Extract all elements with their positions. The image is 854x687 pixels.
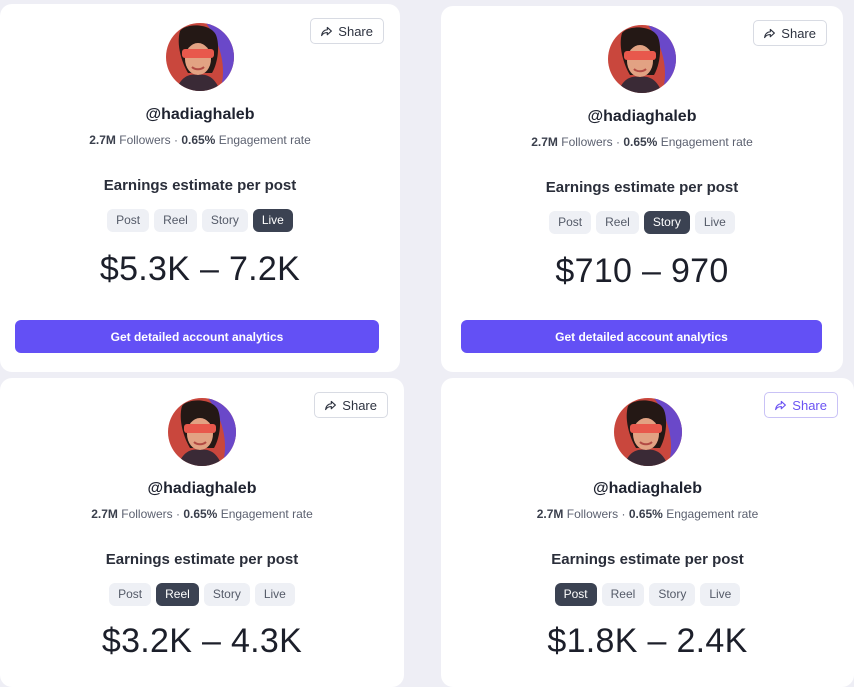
account-stats: 2.7M Followers · 0.65% Engagement rate [441, 135, 843, 149]
post-type-tabs: Post Reel Story Live [0, 209, 400, 232]
share-arrow-icon [321, 26, 333, 36]
earnings-title: Earnings estimate per post [551, 551, 744, 568]
stats-separator: · [615, 135, 620, 149]
tab-story[interactable]: Story [203, 583, 250, 606]
earnings-range: $1.8K – 2.4K [547, 622, 748, 660]
engagement-value: 0.65% [181, 133, 216, 147]
account-stats: 2.7M Followers · 0.65% Engagement rate [0, 507, 404, 521]
earnings-range: $710 – 970 [555, 252, 729, 290]
tab-live[interactable]: Live [254, 583, 295, 606]
tab-post[interactable]: Post [107, 209, 150, 232]
followers-label: Followers [566, 507, 619, 521]
account-handle: @hadiaghaleb [145, 106, 255, 123]
tab-post[interactable]: Post [109, 583, 152, 606]
earnings-title: Earnings estimate per post [545, 179, 739, 196]
account-handle: @hadiaghaleb [587, 108, 697, 125]
share-label: Share [342, 397, 377, 413]
share-button[interactable]: Share [753, 20, 827, 46]
earnings-card-post: Share @hadiaghaleb 2.7M Followers · 0.65… [441, 378, 854, 687]
followers-label: Followers [561, 135, 613, 149]
tab-live[interactable]: Live [252, 209, 293, 232]
tab-story[interactable]: Story [201, 209, 248, 232]
analytics-button[interactable]: Get detailed account analytics [461, 320, 822, 353]
earnings-card-live: Share @hadiaghaleb 2.7M Followers · 0.65… [0, 4, 400, 372]
engagement-label: Engagement rate [220, 507, 313, 521]
earnings-card-story: Share @hadiaghaleb 2.7M Followers · 0.65… [441, 6, 843, 372]
engagement-label: Engagement rate [666, 507, 759, 521]
tab-reel[interactable]: Reel [601, 583, 645, 606]
followers-value: 2.7M [89, 133, 116, 147]
engagement-value: 0.65% [183, 507, 218, 521]
stats-separator: · [621, 507, 626, 521]
avatar[interactable] [608, 25, 676, 93]
tab-live[interactable]: Live [694, 211, 735, 234]
avatar[interactable] [166, 23, 234, 91]
tab-post[interactable]: Post [549, 211, 592, 234]
post-type-tabs: Post Reel Story Live [0, 583, 404, 606]
account-handle: @hadiaghaleb [147, 480, 257, 497]
engagement-value: 0.65% [628, 507, 663, 521]
account-handle: @hadiaghaleb [593, 480, 702, 497]
engagement-value: 0.65% [623, 135, 658, 149]
stats-separator: · [173, 133, 178, 147]
tab-story[interactable]: Story [643, 211, 690, 234]
share-arrow-icon [325, 400, 337, 410]
analytics-button[interactable]: Get detailed account analytics [15, 320, 379, 353]
avatar[interactable] [168, 398, 236, 466]
followers-value: 2.7M [531, 135, 558, 149]
followers-value: 2.7M [91, 507, 118, 521]
earnings-title: Earnings estimate per post [105, 551, 299, 568]
tab-post[interactable]: Post [554, 583, 597, 606]
account-stats: 2.7M Followers · 0.65% Engagement rate [441, 507, 854, 521]
share-arrow-icon [775, 400, 787, 410]
share-button[interactable]: Share [764, 392, 838, 418]
earnings-card-reel: Share @hadiaghaleb 2.7M Followers · 0.65… [0, 378, 404, 687]
earnings-range: $5.3K – 7.2K [99, 250, 301, 288]
tab-reel[interactable]: Reel [596, 211, 639, 234]
tab-reel[interactable]: Reel [156, 583, 199, 606]
share-label: Share [781, 25, 816, 41]
followers-value: 2.7M [536, 507, 564, 521]
earnings-title: Earnings estimate per post [103, 177, 297, 194]
share-arrow-icon [764, 28, 776, 38]
share-button[interactable]: Share [314, 392, 388, 418]
post-type-tabs: Post Reel Story Live [441, 583, 854, 606]
share-button[interactable]: Share [310, 18, 384, 44]
stats-separator: · [175, 507, 180, 521]
tab-reel[interactable]: Reel [154, 209, 197, 232]
followers-label: Followers [121, 507, 173, 521]
share-label: Share [792, 397, 827, 413]
followers-label: Followers [119, 133, 171, 147]
share-label: Share [338, 23, 373, 39]
tab-story[interactable]: Story [649, 583, 696, 606]
engagement-label: Engagement rate [218, 133, 311, 147]
engagement-label: Engagement rate [660, 135, 753, 149]
avatar[interactable] [613, 398, 682, 466]
tab-live[interactable]: Live [700, 583, 741, 606]
earnings-range: $3.2K – 4.3K [101, 622, 303, 660]
post-type-tabs: Post Reel Story Live [441, 211, 843, 234]
account-stats: 2.7M Followers · 0.65% Engagement rate [0, 133, 400, 147]
